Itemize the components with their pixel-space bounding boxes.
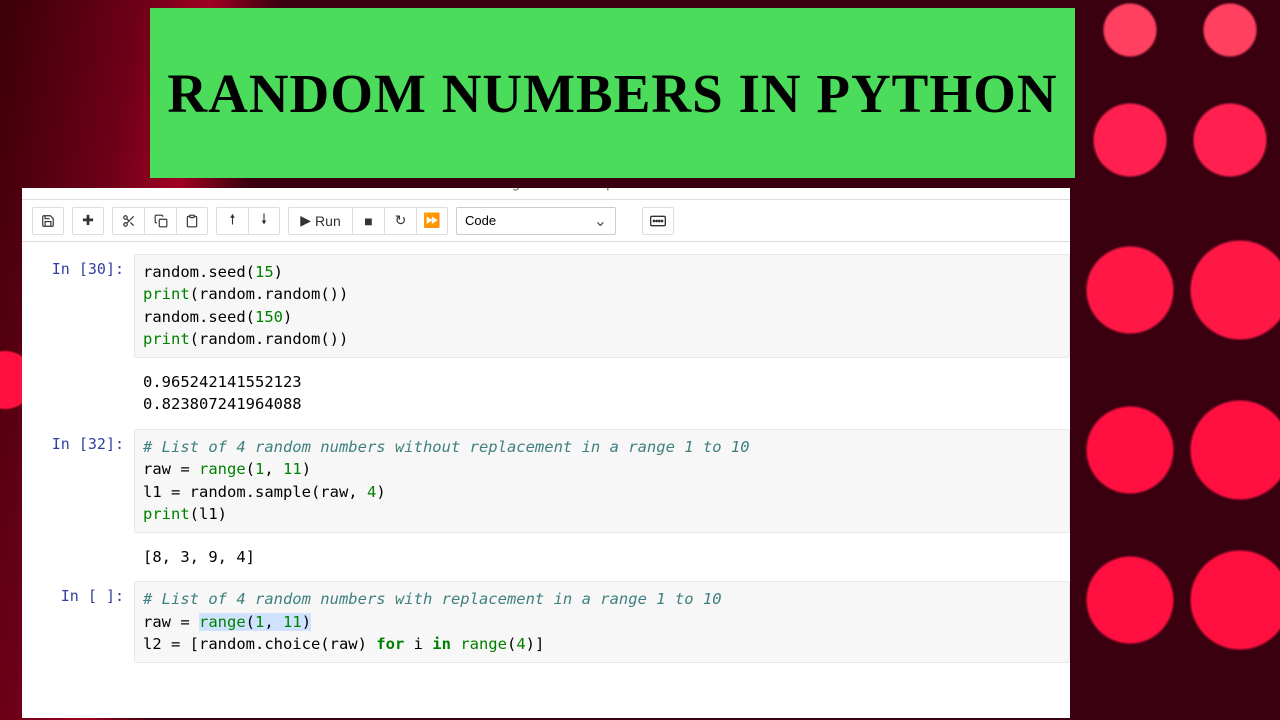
toolbar: ✚ 🠕 🠗 ▶ Run ■ ↻ ⏩ Code bbox=[22, 200, 1070, 242]
code-input[interactable]: # List of 4 random numbers with replacem… bbox=[134, 581, 1070, 662]
restart-button[interactable]: ↻ bbox=[384, 207, 416, 235]
code-input[interactable]: random.seed(15) print(random.random()) r… bbox=[134, 254, 1070, 358]
menu-kernel[interactable]: Kernel bbox=[402, 188, 440, 191]
restart-run-all-button[interactable]: ⏩ bbox=[416, 207, 448, 235]
code-cell[interactable]: In [30]: random.seed(15) print(random.ra… bbox=[22, 254, 1070, 358]
save-button[interactable] bbox=[32, 207, 64, 235]
cells-container: In [30]: random.seed(15) print(random.ra… bbox=[22, 242, 1070, 675]
cut-button[interactable] bbox=[112, 207, 144, 235]
menu-cell[interactable]: Cell bbox=[330, 188, 352, 191]
code-cell[interactable]: In [ ]: # List of 4 random numbers with … bbox=[22, 581, 1070, 662]
cell-type-select[interactable]: Code bbox=[456, 207, 616, 235]
output-cell: 0.965242141552123 0.823807241964088 bbox=[22, 364, 1070, 423]
insert-cell-below-button[interactable]: ✚ bbox=[72, 207, 104, 235]
jupyter-notebook: Edit View Insert Cell Kernel Widgets Hel… bbox=[22, 188, 1070, 718]
code-input[interactable]: # List of 4 random numbers without repla… bbox=[134, 429, 1070, 533]
menu-view[interactable]: View bbox=[169, 188, 197, 191]
code-cell[interactable]: In [32]: # List of 4 random numbers with… bbox=[22, 429, 1070, 533]
title-banner: RANDOM NUMBERS IN PYTHON bbox=[150, 8, 1075, 178]
run-label: Run bbox=[315, 213, 341, 229]
menu-edit[interactable]: Edit bbox=[97, 188, 119, 191]
input-prompt: In [32]: bbox=[22, 429, 134, 533]
input-prompt: In [30]: bbox=[22, 254, 134, 358]
page-title: RANDOM NUMBERS IN PYTHON bbox=[167, 62, 1057, 125]
output-cell: [8, 3, 9, 4] bbox=[22, 539, 1070, 575]
play-icon: ▶ bbox=[300, 212, 311, 229]
move-cell-up-button[interactable]: 🠕 bbox=[216, 207, 248, 235]
menubar: Edit View Insert Cell Kernel Widgets Hel… bbox=[22, 188, 1070, 200]
run-button[interactable]: ▶ Run bbox=[288, 207, 352, 235]
cell-output: 0.965242141552123 0.823807241964088 bbox=[134, 364, 1070, 423]
move-cell-down-button[interactable]: 🠗 bbox=[248, 207, 280, 235]
interrupt-button[interactable]: ■ bbox=[352, 207, 384, 235]
paste-button[interactable] bbox=[176, 207, 208, 235]
copy-button[interactable] bbox=[144, 207, 176, 235]
cell-type-value: Code bbox=[465, 213, 496, 228]
cell-output: [8, 3, 9, 4] bbox=[134, 539, 1070, 575]
menu-insert[interactable]: Insert bbox=[247, 188, 280, 191]
menu-widgets[interactable]: Widgets bbox=[490, 188, 537, 191]
input-prompt: In [ ]: bbox=[22, 581, 134, 662]
menu-help[interactable]: Help bbox=[587, 188, 614, 191]
command-palette-button[interactable] bbox=[642, 207, 674, 235]
